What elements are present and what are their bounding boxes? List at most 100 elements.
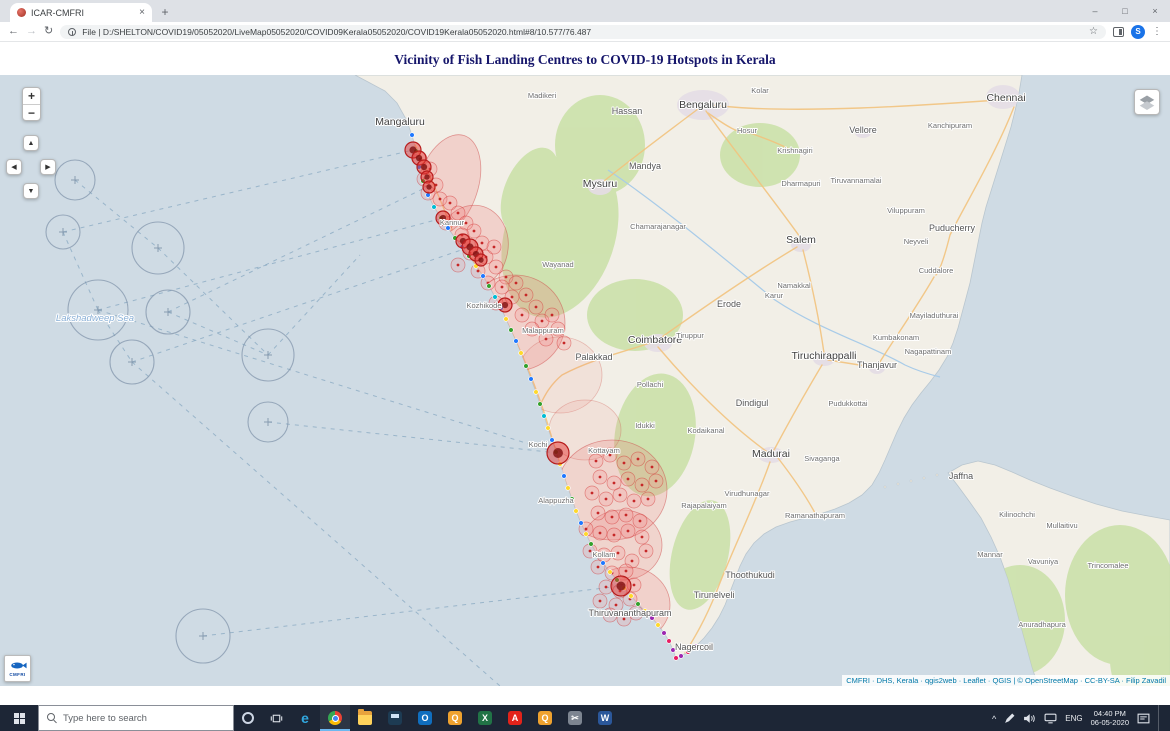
hotspot-buffer-dot	[647, 498, 650, 501]
browser-tab[interactable]: ICAR-CMFRI ×	[10, 3, 152, 22]
excel-icon: X	[478, 711, 492, 725]
hotspot-buffer-dot	[589, 550, 592, 553]
landing-centre-marker[interactable]	[679, 654, 684, 659]
taskbar-app-qgis-2[interactable]: Q	[530, 705, 560, 731]
hotspot-buffer-dot	[515, 282, 518, 285]
browser-menu-icon[interactable]: ⋮	[1152, 26, 1162, 37]
landing-centre-marker[interactable]	[566, 486, 571, 491]
pan-down-button[interactable]: ▼	[23, 183, 39, 199]
forward-icon[interactable]: →	[26, 26, 37, 37]
hotspot-buffer-dot	[457, 212, 460, 215]
maximize-icon[interactable]: □	[1110, 0, 1140, 22]
landing-centre-marker[interactable]	[584, 532, 589, 537]
landing-centre-marker[interactable]	[656, 623, 661, 628]
layers-control[interactable]	[1134, 89, 1160, 115]
pan-right-button[interactable]: ▶	[40, 159, 56, 175]
landing-centre-marker[interactable]	[662, 631, 667, 636]
landing-centre-marker[interactable]	[493, 295, 498, 300]
map-label: Kanchipuram	[928, 121, 972, 130]
landing-centre-marker[interactable]	[534, 390, 539, 395]
pan-left-button[interactable]: ◀	[6, 159, 22, 175]
landing-centre-marker[interactable]	[579, 521, 584, 526]
task-view-button[interactable]	[262, 705, 290, 731]
hotspot-buffer-dot	[501, 286, 504, 289]
landing-centre-marker[interactable]	[550, 438, 555, 443]
landing-centre-marker[interactable]	[601, 561, 606, 566]
landing-centre-marker[interactable]	[636, 602, 641, 607]
tab-close-icon[interactable]: ×	[139, 7, 145, 18]
close-icon[interactable]: ×	[1140, 0, 1170, 22]
landing-centre-marker[interactable]	[629, 594, 634, 599]
map-attribution[interactable]: CMFRI · DHS, Kerala · qgis2web · Leaflet…	[842, 675, 1170, 686]
map-label: Pudukkottai	[828, 399, 868, 408]
edge-icon: e	[298, 711, 312, 725]
profile-avatar[interactable]: S	[1131, 25, 1145, 39]
covid-hotspot-core	[553, 448, 563, 458]
taskbar-app-outlook[interactable]: O	[410, 705, 440, 731]
network-icon[interactable]	[1044, 713, 1057, 724]
show-desktop-button[interactable]	[1158, 705, 1162, 731]
url-text[interactable]: File | D:/SHELTON/COVID19/05052020/LiveM…	[82, 27, 1083, 37]
leaflet-map[interactable]: MangaluruBengaluruMysuruSalemCoimbatoreT…	[0, 75, 1170, 686]
taskbar-app-calculator[interactable]	[380, 705, 410, 731]
language-indicator[interactable]: ENG	[1065, 714, 1082, 723]
landing-centre-marker[interactable]	[608, 570, 613, 575]
minimize-icon[interactable]: –	[1080, 0, 1110, 22]
windows-taskbar: Type here to search eOQXAQ✂W ^ ENG	[0, 705, 1170, 731]
hotspot-buffer-dot	[505, 276, 508, 279]
hotspot-buffer-dot	[615, 604, 618, 607]
map-label: Jaffna	[949, 471, 973, 481]
landing-centre-marker[interactable]	[432, 205, 437, 210]
landing-centre-marker[interactable]	[487, 284, 492, 289]
landing-centre-marker[interactable]	[529, 377, 534, 382]
chrome-icon	[328, 711, 342, 725]
taskbar-app-edge[interactable]: e	[290, 705, 320, 731]
landing-centre-marker[interactable]	[509, 328, 514, 333]
taskbar-app-acrobat[interactable]: A	[500, 705, 530, 731]
url-omnibox[interactable]: File | D:/SHELTON/COVID19/05052020/LiveM…	[60, 25, 1106, 39]
landing-centre-marker[interactable]	[574, 509, 579, 514]
pan-up-button[interactable]: ▲	[23, 135, 39, 151]
landing-centre-marker[interactable]	[519, 351, 524, 356]
page-info-icon[interactable]	[68, 28, 76, 36]
landing-centre-marker[interactable]	[546, 426, 551, 431]
taskbar-app-snipping-tool[interactable]: ✂	[560, 705, 590, 731]
landing-centre-marker[interactable]	[562, 474, 567, 479]
landing-centre-marker[interactable]	[524, 364, 529, 369]
landing-centre-marker[interactable]	[504, 317, 509, 322]
taskbar-app-chrome[interactable]	[320, 705, 350, 731]
cortana-button[interactable]	[234, 705, 262, 731]
refresh-icon[interactable]: ↻	[44, 26, 53, 37]
landing-centre-marker[interactable]	[674, 656, 679, 661]
taskbar-app-excel[interactable]: X	[470, 705, 500, 731]
zoom-out-button[interactable]: −	[23, 104, 40, 120]
hidden-icons-chevron[interactable]: ^	[992, 714, 996, 724]
landing-centre-marker[interactable]	[538, 402, 543, 407]
taskbar-app-qgis[interactable]: Q	[440, 705, 470, 731]
tab-favicon	[17, 8, 26, 17]
pen-icon[interactable]	[1004, 713, 1015, 724]
zoom-in-button[interactable]: +	[23, 88, 40, 104]
start-button[interactable]	[0, 705, 38, 731]
taskbar-search-input[interactable]: Type here to search	[38, 705, 234, 731]
cmfri-logo-control[interactable]: CMFRI	[4, 655, 31, 682]
bookmark-star-icon[interactable]: ☆	[1089, 26, 1098, 37]
landing-centre-marker[interactable]	[542, 414, 547, 419]
back-icon[interactable]: ←	[8, 26, 19, 37]
landing-centre-marker[interactable]	[514, 339, 519, 344]
taskbar-app-file-explorer[interactable]	[350, 705, 380, 731]
hotspot-buffer-dot	[623, 462, 626, 465]
taskbar-clock[interactable]: 04:40 PM 06-05-2020	[1091, 709, 1129, 727]
action-center-icon[interactable]	[1137, 713, 1150, 724]
hotspot-buffer-dot	[599, 476, 602, 479]
landing-centre-marker[interactable]	[667, 639, 672, 644]
new-tab-button[interactable]: +	[156, 3, 174, 21]
landing-centre-marker[interactable]	[589, 542, 594, 547]
volume-icon[interactable]	[1023, 713, 1036, 724]
taskbar-app-word[interactable]: W	[590, 705, 620, 731]
landing-centre-marker[interactable]	[410, 133, 415, 138]
qgis-2-icon: Q	[538, 711, 552, 725]
hotspot-buffer-dot	[473, 230, 476, 233]
side-panel-icon[interactable]	[1113, 27, 1124, 37]
landing-centre-marker[interactable]	[481, 274, 486, 279]
